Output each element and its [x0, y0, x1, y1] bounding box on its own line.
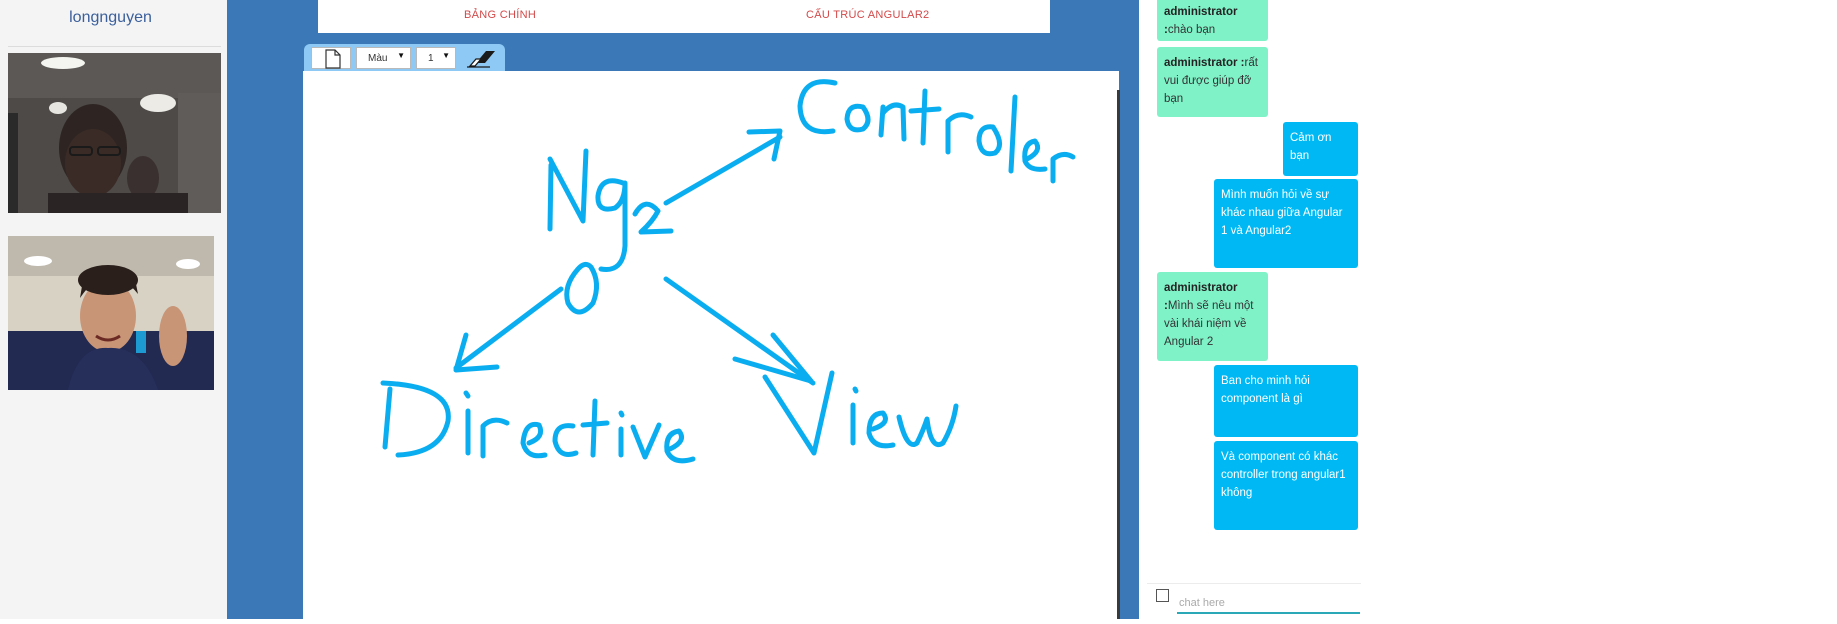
brush-size-value: 1	[428, 53, 434, 64]
tab-angular2-structure[interactable]: CẤU TRÚC ANGULAR2	[806, 9, 929, 21]
new-page-button[interactable]	[311, 47, 351, 69]
user-panel: longnguyen	[0, 0, 227, 619]
chat-input-row	[1147, 583, 1361, 619]
color-select[interactable]: Màu ▼	[356, 47, 411, 69]
message-text: Ban cho minh hỏi component là gì	[1221, 375, 1310, 405]
chat-message-admin: administrator :Mình sẽ nêu một vài khái …	[1157, 272, 1268, 361]
chat-panel: administrator :chào bạn administrator :r…	[1139, 0, 1361, 619]
eraser-button[interactable]	[464, 47, 498, 69]
board-tab-strip: BẢNG CHÍNH CẤU TRÚC ANGULAR2	[318, 0, 1050, 33]
chat-checkbox[interactable]	[1156, 589, 1169, 602]
chat-message-admin: administrator :rất vui được giúp đỡ bạn	[1157, 47, 1268, 117]
chat-message-user: Cảm ơn bạn	[1283, 122, 1358, 176]
whiteboard-area: BẢNG CHÍNH CẤU TRÚC ANGULAR2 Màu ▼ 1 ▼	[227, 0, 1139, 619]
chat-message-user: Mình muốn hỏi về sự khác nhau giữa Angul…	[1214, 179, 1358, 268]
message-text: Cảm ơn bạn	[1290, 132, 1332, 162]
drawing-toolbar: Màu ▼ 1 ▼	[304, 44, 505, 71]
remote-video-feed	[8, 236, 214, 390]
hand-drawing	[380, 79, 1076, 464]
webcam-image	[8, 53, 221, 213]
canvas-scroll-edge	[1117, 90, 1120, 619]
message-text: Mình muốn hỏi về sự khác nhau giữa Angul…	[1221, 189, 1343, 237]
chat-message-user: Và component có khác controller trong an…	[1214, 441, 1358, 530]
chat-input[interactable]	[1177, 592, 1360, 614]
chat-message-user: Ban cho minh hỏi component là gì	[1214, 365, 1358, 437]
message-text: Và component có khác controller trong an…	[1221, 451, 1346, 499]
page-icon	[325, 49, 341, 69]
message-text: Mình sẽ nêu một vài khái niệm về Angular…	[1164, 300, 1254, 348]
message-author: administrator :	[1164, 57, 1245, 69]
chat-message-admin: administrator :chào bạn	[1157, 0, 1268, 41]
drawing-strokes	[380, 79, 1076, 464]
message-text: chào bạn	[1167, 24, 1216, 36]
color-select-label: Màu	[368, 53, 388, 64]
webcam-image	[8, 236, 214, 390]
divider	[8, 46, 221, 47]
empty-area	[1361, 0, 1837, 619]
local-video-feed	[8, 53, 221, 213]
username-label: longnguyen	[69, 9, 152, 26]
chevron-down-icon: ▼	[397, 51, 405, 60]
brush-size-select[interactable]: 1 ▼	[416, 47, 456, 69]
chevron-down-icon: ▼	[442, 51, 450, 60]
tab-main-board[interactable]: BẢNG CHÍNH	[464, 9, 536, 21]
eraser-icon	[467, 51, 495, 68]
whiteboard-canvas[interactable]	[303, 71, 1119, 619]
